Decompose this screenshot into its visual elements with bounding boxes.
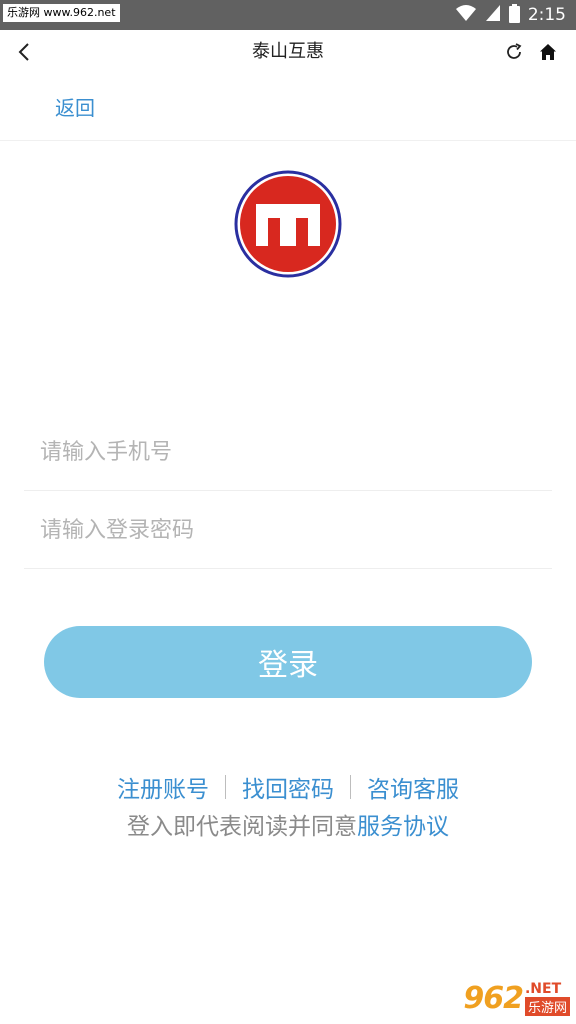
recover-password-link[interactable]: 找回密码 [242, 770, 334, 804]
battery-icon [508, 3, 520, 27]
app-logo [234, 170, 342, 278]
back-button[interactable] [10, 38, 38, 66]
password-field-row [24, 490, 552, 570]
return-link[interactable]: 返回 [55, 92, 95, 121]
phone-field-row [24, 412, 552, 492]
chevron-left-icon [18, 43, 29, 61]
login-button[interactable]: 登录 [44, 626, 532, 698]
watermark-suffix: .NET [524, 980, 562, 997]
refresh-button[interactable] [500, 38, 528, 66]
agreement-prefix: 登入即代表阅读并同意 [127, 814, 357, 840]
status-icons: 2:15 [455, 0, 566, 30]
status-bar: 乐游网 www.962.net 2:15 [0, 0, 576, 30]
customer-service-link[interactable]: 咨询客服 [367, 770, 459, 804]
account-links: 注册账号 找回密码 咨询客服 [0, 768, 576, 806]
watermark-logo: 962 [463, 980, 524, 1016]
watermark-text: 乐游网 www.962.net [3, 4, 120, 22]
link-divider [225, 775, 226, 799]
link-divider [350, 775, 351, 799]
register-link[interactable]: 注册账号 [117, 770, 209, 804]
site-watermark: 962 .NET 乐游网 [440, 976, 570, 1020]
service-agreement-link[interactable]: 服务协议 [357, 814, 449, 840]
watermark-name: 乐游网 [524, 996, 570, 1016]
cellular-signal-icon [485, 4, 501, 26]
wifi-icon [455, 4, 477, 26]
home-button[interactable] [534, 38, 562, 66]
status-time: 2:15 [527, 5, 566, 25]
title-bar: 泰山互惠 [0, 30, 576, 74]
home-icon [540, 44, 556, 60]
password-input[interactable] [38, 490, 542, 570]
refresh-icon [507, 43, 522, 59]
sub-nav: 返回 [0, 74, 576, 141]
page-title: 泰山互惠 [252, 41, 324, 62]
phone-input[interactable] [38, 412, 542, 492]
agreement-text: 登入即代表阅读并同意服务协议 [0, 808, 576, 846]
